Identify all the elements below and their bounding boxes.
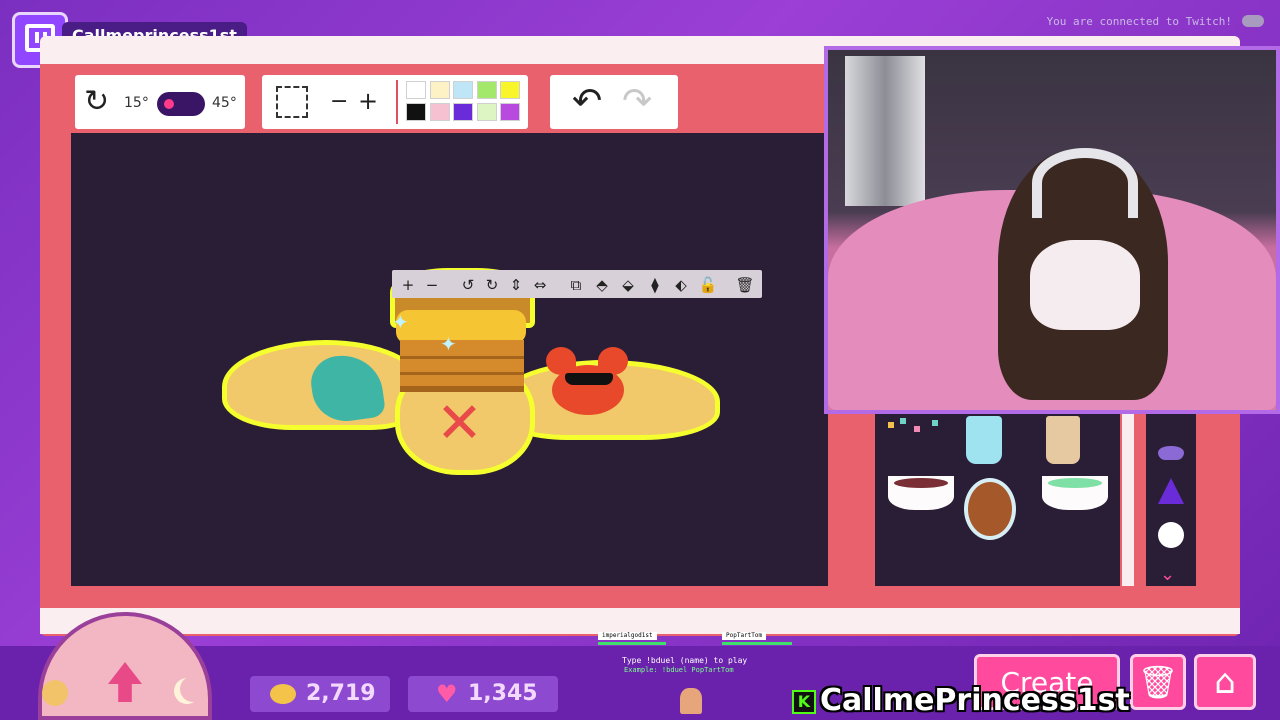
heart-icon: ♥ (436, 680, 458, 708)
shrink-button[interactable]: − (330, 88, 348, 116)
sunglasses (565, 373, 613, 385)
color-swatch[interactable] (406, 103, 426, 121)
moon-icon (180, 676, 206, 702)
rotation-max-label: 45° (212, 95, 237, 111)
sun-icon (42, 680, 68, 706)
rotation-toggle-knob[interactable] (164, 99, 174, 109)
undo-button[interactable]: ↶ (572, 82, 602, 122)
zoom-in-icon[interactable]: + (397, 275, 419, 295)
tea-cup-sticker[interactable] (888, 476, 954, 510)
connection-toggle-icon[interactable] (1242, 15, 1264, 27)
heart-count: 1,345 (468, 681, 538, 706)
pixel-avatar (680, 688, 702, 714)
kick-channel-name: CallmePrincess1st (820, 683, 1130, 718)
rotate-icon[interactable]: ↻ (84, 85, 109, 119)
color-swatch[interactable] (500, 103, 520, 121)
window-bottom-stripe (40, 608, 1240, 634)
layer-up-icon[interactable]: ⬘ (591, 275, 613, 295)
ufo-category-icon[interactable] (1158, 446, 1184, 460)
duel-instructions: Type !bduel (name) to play (622, 656, 748, 665)
sparkle-icon: ✦ (392, 310, 409, 334)
duel-player-2: PopTartTom (722, 632, 767, 640)
chest-plank (400, 372, 524, 375)
player-1-health-bar (598, 642, 666, 645)
duplicate-icon[interactable]: ⧉ (565, 275, 587, 295)
toolbar-divider (396, 80, 398, 124)
rotate-right-icon[interactable]: ↻ (481, 275, 503, 295)
kick-logo-icon: K (792, 690, 816, 714)
confetti-sticker[interactable] (888, 418, 944, 436)
trash-button[interactable]: 🗑 (1130, 654, 1186, 710)
marquee-select-icon[interactable] (276, 86, 308, 118)
color-swatch[interactable] (500, 81, 520, 99)
matcha-liquid (1048, 478, 1102, 488)
flip-horizontal-icon[interactable]: ⇔ (529, 275, 551, 295)
sticker-scrollbar[interactable] (1122, 410, 1134, 586)
coin-icon (270, 684, 296, 704)
coin-count: 2,719 (306, 681, 376, 706)
color-swatch[interactable] (406, 81, 426, 99)
chest-plank (400, 356, 524, 359)
lock-icon[interactable]: 🔓 (697, 275, 719, 295)
x-marks-spot-icon[interactable]: ✕ (436, 396, 483, 452)
color-swatch[interactable] (429, 81, 450, 99)
grow-button[interactable]: + (358, 86, 378, 116)
coffee-pot-sticker[interactable] (964, 478, 1016, 540)
matcha-cup-sticker[interactable] (1042, 476, 1108, 510)
headphones (1032, 148, 1138, 218)
duel-player-1: imperialgod1st (598, 632, 657, 640)
rotate-left-icon[interactable]: ↺ (457, 275, 479, 295)
tea-liquid (894, 478, 948, 488)
coffee-cup-sticker[interactable] (1046, 416, 1080, 464)
webcam-window-blinds (845, 56, 925, 206)
color-swatch[interactable] (476, 103, 497, 121)
sparkle-icon: ✦ (440, 332, 457, 356)
zoom-out-icon[interactable]: − (421, 275, 443, 295)
home-button[interactable]: ⌂ (1194, 654, 1256, 710)
color-swatch[interactable] (429, 103, 450, 121)
webcam-streamer-top (1030, 240, 1140, 330)
flip-vertical-icon[interactable]: ⇕ (505, 275, 527, 295)
send-back-icon[interactable]: ⧫ (644, 275, 666, 295)
layer-down-icon[interactable]: ⬙ (617, 275, 639, 295)
redo-button[interactable]: ↷ (622, 82, 652, 122)
color-swatch[interactable] (453, 103, 473, 121)
treasure-gold[interactable] (396, 310, 526, 344)
treasure-chest-body[interactable] (400, 340, 524, 392)
color-swatch[interactable] (453, 81, 473, 99)
player-2-health-bar (722, 642, 792, 645)
delete-icon[interactable]: 🗑 (734, 275, 756, 295)
connection-status: You are connected to Twitch! (1046, 15, 1232, 28)
color-swatch[interactable] (476, 81, 497, 99)
logo-bar (35, 32, 39, 43)
history-toolbox (550, 75, 678, 129)
chevron-down-icon[interactable]: ⌄ (1160, 566, 1175, 584)
circle-category-icon[interactable] (1158, 522, 1184, 548)
duel-example: Example: !bduel PopTartTom (624, 666, 734, 674)
rotation-min-label: 15° (124, 95, 149, 111)
bubble-tea-sticker[interactable] (966, 416, 1002, 464)
bring-front-icon[interactable]: ⬖ (670, 275, 692, 295)
